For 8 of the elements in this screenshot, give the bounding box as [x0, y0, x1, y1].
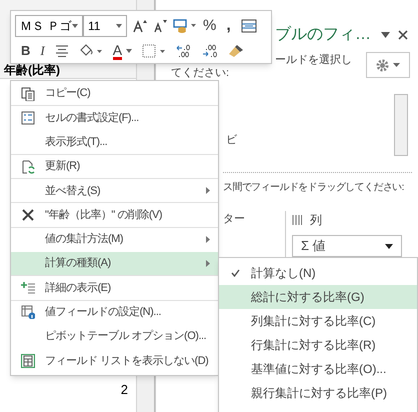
table-cell-text: 2 — [120, 381, 128, 399]
pane-title: ブルのフィ… — [275, 24, 371, 45]
instruction-text: ス間でフィールドをドラッグしてください: — [223, 181, 405, 195]
instruction-text: ールドを選択し — [275, 54, 352, 67]
area-label: ター — [223, 212, 246, 227]
area-label: 列 — [310, 212, 322, 229]
instruction-text: てください: — [171, 67, 230, 80]
header-cell: 年齢(比率) — [4, 63, 60, 77]
